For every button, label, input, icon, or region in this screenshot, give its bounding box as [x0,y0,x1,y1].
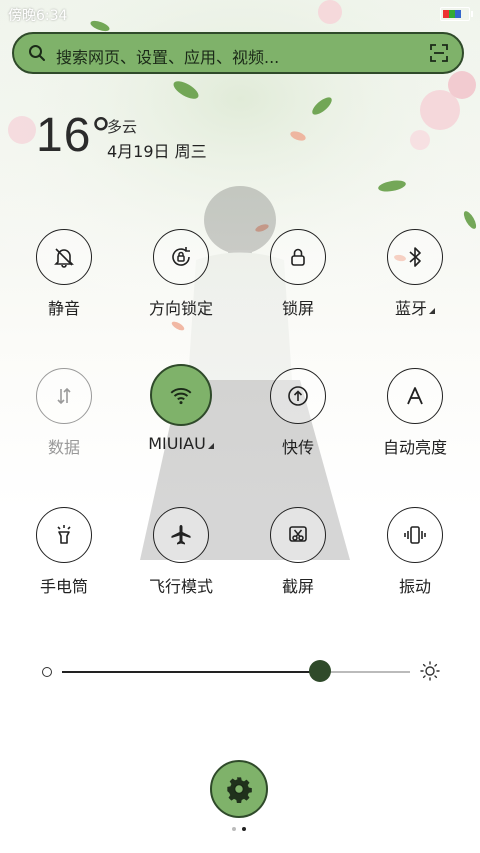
toggle-vibrate[interactable]: 振动 [370,507,460,597]
upload-icon [288,386,308,406]
airplane-icon [171,525,191,545]
toggle-silent[interactable]: 静音 [19,229,109,319]
toggle-data-button[interactable] [36,368,92,424]
toggle-flashlight[interactable]: 手电筒 [19,507,109,597]
toggle-wifi[interactable]: MIUIAU [136,364,226,453]
weather-temperature: 16° [36,109,112,162]
toggle-silent-label: 静音 [47,299,80,318]
toggle-airplane-label: 飞行模式 [148,577,213,596]
toggle-auto-brightness-button[interactable] [387,368,443,424]
toggle-lock-screen[interactable]: 锁屏 [253,229,343,319]
brightness-high-icon [420,661,440,681]
menu-corner-icon [429,308,435,314]
data-arrows-icon [57,387,71,405]
weather-condition: 多云 [107,118,138,136]
toggle-bluetooth-button[interactable] [387,229,443,285]
scan-icon[interactable] [430,44,448,62]
toggle-bluetooth-label: 蓝牙 [370,295,460,319]
gear-icon [227,777,252,803]
toggle-screenshot-button[interactable] [270,507,326,563]
toggle-rotation-lock-button[interactable] [153,229,209,285]
lock-icon [291,248,305,266]
rotation-lock-icon [172,247,190,266]
settings-button[interactable] [210,760,268,818]
toggle-auto-brightness[interactable]: 自动亮度 [370,368,460,458]
toggle-wifi-label: MIUIAU [136,434,226,453]
search-bar[interactable]: 搜索网页、设置、应用、视频... [12,32,464,74]
toggle-vibrate-button[interactable] [387,507,443,563]
bluetooth-icon [409,247,421,267]
toggle-data[interactable]: 数据 [19,368,109,458]
toggle-data-label: 数据 [47,438,80,457]
page-dot [232,827,236,831]
page-indicator [232,827,248,833]
toggle-lock-screen-label: 锁屏 [281,299,314,318]
toggle-flashlight-label: 手电筒 [39,577,88,596]
toggle-rotation-lock[interactable]: 方向锁定 [136,229,226,319]
auto-brightness-icon [407,387,423,405]
toggle-quick-share-label: 快传 [281,438,314,457]
weather-date: 4月19日 周三 [107,142,207,161]
bell-off-icon [54,248,74,268]
wifi-icon [170,388,192,405]
toggle-lock-screen-button[interactable] [270,229,326,285]
toggle-flashlight-button[interactable] [36,507,92,563]
menu-corner-icon [207,443,214,449]
battery-icon [440,7,473,21]
search-input[interactable]: 搜索网页、设置、应用、视频... [56,44,279,68]
status-time: 傍晚6:34 [8,8,68,24]
toggle-rotation-lock-label: 方向锁定 [148,299,213,318]
brightness-track-filled[interactable] [62,671,320,673]
flashlight-icon [57,525,71,544]
toggle-silent-button[interactable] [36,229,92,285]
search-icon [29,45,45,61]
toggle-quick-share-button[interactable] [270,368,326,424]
brightness-track-empty[interactable] [319,671,410,673]
screenshot-icon [289,526,307,542]
vibrate-icon [404,526,426,544]
brightness-slider[interactable] [40,660,440,684]
toggle-bluetooth[interactable]: 蓝牙 [370,229,460,319]
toggle-quick-share[interactable]: 快传 [253,368,343,458]
toggle-auto-brightness-label: 自动亮度 [382,438,447,457]
toggle-screenshot-label: 截屏 [281,577,314,596]
brightness-thumb[interactable] [308,660,331,682]
page-dot-active [242,827,246,831]
toggle-screenshot[interactable]: 截屏 [253,507,343,597]
brightness-low-icon [42,667,52,677]
toggle-airplane-button[interactable] [153,507,209,563]
status-bar: 傍晚6:34 [0,0,480,28]
toggle-airplane[interactable]: 飞行模式 [136,507,226,597]
toggle-vibrate-label: 振动 [398,577,431,596]
toggle-wifi-button[interactable] [150,364,212,426]
